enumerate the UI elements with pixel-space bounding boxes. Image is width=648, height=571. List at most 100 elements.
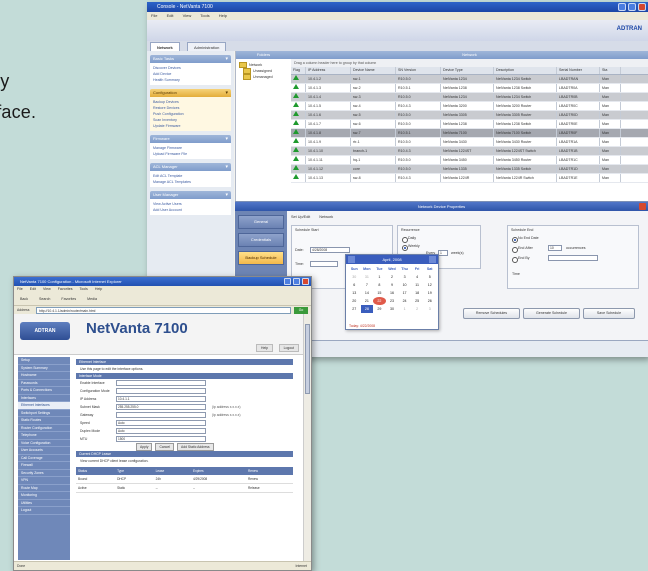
- nav-item[interactable]: Monitoring: [18, 492, 70, 500]
- menu-file[interactable]: File: [151, 13, 157, 18]
- calendar-day[interactable]: 31: [361, 273, 374, 281]
- menu-edit[interactable]: Edit: [167, 13, 174, 18]
- vertical-scrollbar[interactable]: [303, 314, 311, 562]
- field-input[interactable]: [116, 412, 206, 418]
- calendar-day[interactable]: 10: [398, 281, 411, 289]
- close-button[interactable]: [638, 3, 646, 11]
- column-header[interactable]: Device Type: [441, 67, 494, 74]
- date-input[interactable]: 4/28/2008: [310, 247, 350, 253]
- next-month-icon[interactable]: [429, 256, 436, 263]
- nav-item[interactable]: Ports & Connections: [18, 387, 70, 395]
- menu-tools[interactable]: Tools: [79, 287, 87, 291]
- calendar-day[interactable]: 2: [386, 273, 399, 281]
- field-input[interactable]: 255.255.255.0: [116, 404, 206, 410]
- calendar-day[interactable]: 15: [373, 289, 386, 297]
- nav-item[interactable]: Static Routes: [18, 417, 70, 425]
- scroll-thumb[interactable]: [305, 324, 310, 394]
- every-input[interactable]: 1: [438, 250, 448, 256]
- calendar-day[interactable]: 8: [373, 281, 386, 289]
- calendar-day[interactable]: 29: [373, 305, 386, 313]
- column-header[interactable]: SN Version: [396, 67, 441, 74]
- column-header[interactable]: IP Address: [306, 67, 351, 74]
- calendar-day[interactable]: 7: [361, 281, 374, 289]
- calendar-day[interactable]: 18: [411, 289, 424, 297]
- calendar-day[interactable]: 3: [398, 273, 411, 281]
- calendar-day[interactable]: 30: [386, 305, 399, 313]
- nav-item[interactable]: Setup: [18, 357, 70, 365]
- nav-item[interactable]: Hostname: [18, 372, 70, 380]
- calendar-day[interactable]: 24: [398, 297, 411, 305]
- calendar-day[interactable]: 21: [361, 297, 374, 305]
- menu-view[interactable]: View: [43, 287, 51, 291]
- nav-item[interactable]: VPN: [18, 477, 70, 485]
- logout-button[interactable]: Logout: [279, 344, 299, 352]
- task-link[interactable]: Manage ACL Templates: [153, 179, 228, 185]
- table-row[interactable]: 10.4.1.8sw-7R10.5.1NetVanta 7100NetVanta…: [291, 129, 648, 138]
- dialog-side-general[interactable]: General: [238, 215, 284, 229]
- apply-button[interactable]: Apply: [136, 443, 152, 451]
- calendar-day[interactable]: 3: [423, 305, 436, 313]
- column-header[interactable]: Device Name: [351, 67, 396, 74]
- nav-item[interactable]: Passwords: [18, 380, 70, 388]
- calendar-day[interactable]: 17: [398, 289, 411, 297]
- calendar-day[interactable]: 27: [348, 305, 361, 313]
- table-row[interactable]: 10.4.1.3sw-2R10.5.1NetVanta 1238NetVanta…: [291, 84, 648, 93]
- task-link[interactable]: Add User Account: [153, 207, 228, 213]
- nav-item[interactable]: Telephone: [18, 432, 70, 440]
- remove-schedules-button[interactable]: Remove Schedules: [463, 308, 520, 319]
- calendar-day[interactable]: 1: [398, 305, 411, 313]
- end-by-input[interactable]: [548, 255, 598, 261]
- menu-view[interactable]: View: [183, 13, 192, 18]
- subtab-setup[interactable]: Set Up/Edit: [291, 215, 310, 219]
- nav-item[interactable]: Interfaces: [18, 395, 70, 403]
- nav-item[interactable]: Call Coverage: [18, 455, 70, 463]
- nav-item[interactable]: Router Configuration: [18, 425, 70, 433]
- calendar-day[interactable]: 6: [348, 281, 361, 289]
- calendar-day[interactable]: 28: [361, 305, 374, 313]
- calendar-day[interactable]: 20: [348, 297, 361, 305]
- field-input[interactable]: [116, 380, 206, 386]
- calendar-day[interactable]: 26: [423, 297, 436, 305]
- calendar-day[interactable]: 13: [348, 289, 361, 297]
- task-link[interactable]: Update Firmware: [153, 123, 228, 129]
- dialog-close-icon[interactable]: [639, 203, 646, 210]
- calendar-day[interactable]: 25: [411, 297, 424, 305]
- subtab-network[interactable]: Network: [319, 215, 333, 219]
- field-input[interactable]: Auto: [116, 420, 206, 426]
- nav-item[interactable]: Logout: [18, 507, 70, 515]
- minimize-button[interactable]: [618, 3, 626, 11]
- browser-minimize-button[interactable]: [284, 278, 291, 285]
- task-group-header[interactable]: Firmware: [150, 135, 231, 143]
- table-row[interactable]: 10.4.1.2sw-1R10.5.0NetVanta 1234NetVanta…: [291, 75, 648, 84]
- menu-tools[interactable]: Tools: [200, 13, 209, 18]
- task-link[interactable]: Health Summary: [153, 77, 228, 83]
- field-input[interactable]: 10.4.1.1: [116, 396, 206, 402]
- calendar-day[interactable]: 2: [411, 305, 424, 313]
- calendar-day[interactable]: 19: [423, 289, 436, 297]
- table-row[interactable]: 10.4.1.4sw-3R10.5.0NetVanta 1234NetVanta…: [291, 93, 648, 102]
- time-input[interactable]: [310, 261, 338, 267]
- nav-item[interactable]: Firewall: [18, 462, 70, 470]
- search-button[interactable]: Search: [39, 297, 50, 301]
- column-header[interactable]: Sta: [600, 67, 621, 74]
- calendar-day[interactable]: 9: [386, 281, 399, 289]
- generate-schedule-button[interactable]: Generate Schedule: [523, 308, 580, 319]
- calendar-day[interactable]: 12: [423, 281, 436, 289]
- help-button[interactable]: Help: [256, 344, 273, 352]
- field-input[interactable]: 1500: [116, 436, 206, 442]
- field-input[interactable]: Auto: [116, 428, 206, 434]
- back-button[interactable]: Back: [20, 297, 28, 301]
- table-row[interactable]: 10.4.1.10branch-1R10.4.3NetVanta 1224STN…: [291, 147, 648, 156]
- calendar-day[interactable]: 22: [373, 297, 386, 305]
- calendar-today-link[interactable]: Today: 4/22/2008: [349, 324, 375, 328]
- column-header[interactable]: Serial Number: [557, 67, 600, 74]
- nav-item[interactable]: Voice Configuration: [18, 440, 70, 448]
- browser-close-button[interactable]: [302, 278, 309, 285]
- task-group-header[interactable]: User Manager: [150, 191, 231, 199]
- calendar-day[interactable]: 4: [411, 273, 424, 281]
- calendar-day[interactable]: 23: [386, 297, 399, 305]
- address-input[interactable]: http://10.4.1.1/admin/router/main.html: [36, 307, 291, 314]
- go-button[interactable]: Go: [294, 307, 308, 314]
- dialog-side-backup-schedule[interactable]: Backup Schedule: [238, 251, 284, 265]
- nav-item[interactable]: Switchport Settings: [18, 410, 70, 418]
